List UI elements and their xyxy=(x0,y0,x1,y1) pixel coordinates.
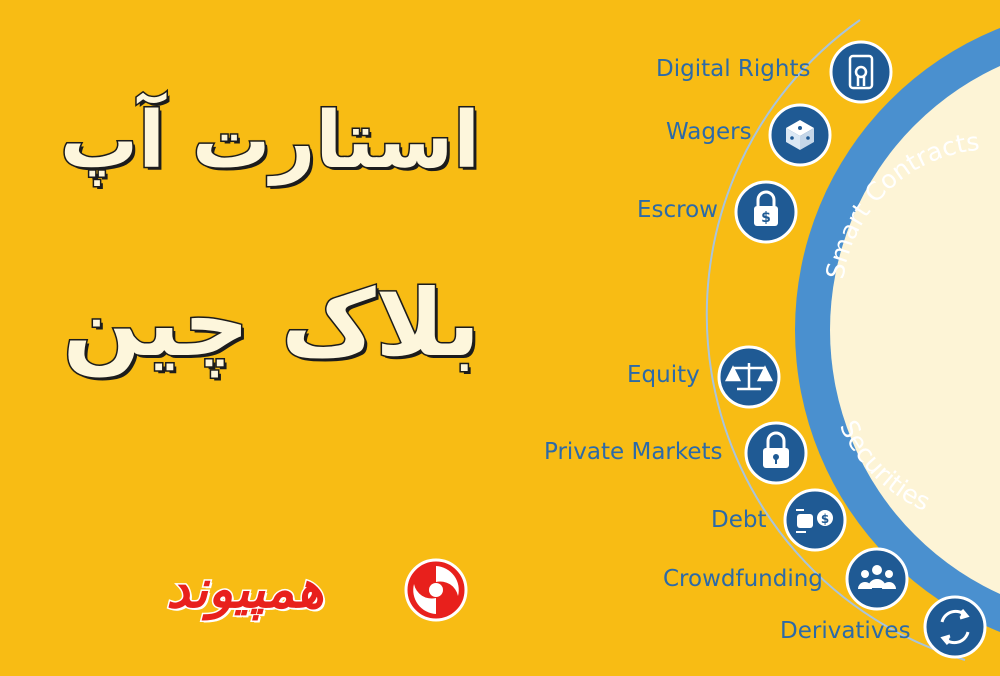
logo-text: همپیوند xyxy=(165,559,326,622)
item-label-private-markets: Private Markets xyxy=(544,439,723,465)
item-digital-rights[interactable] xyxy=(829,40,893,104)
item-private-markets[interactable] xyxy=(744,421,808,485)
svg-text:$: $ xyxy=(821,512,829,526)
item-equity[interactable] xyxy=(717,345,781,409)
item-crowdfunding[interactable] xyxy=(845,547,909,611)
title-line-1: استارت آپ xyxy=(58,95,481,188)
item-label-escrow: Escrow xyxy=(637,197,718,223)
item-label-derivatives: Derivatives xyxy=(780,618,911,644)
inner-circle xyxy=(830,66,1000,594)
title-line-2: بلاک چین xyxy=(61,269,481,379)
item-label-crowdfunding: Crowdfunding xyxy=(663,566,823,592)
item-wagers[interactable] xyxy=(768,103,832,167)
logo-swirl-icon xyxy=(404,558,468,622)
svg-text:$: $ xyxy=(761,210,771,226)
item-escrow[interactable]: $ xyxy=(734,180,798,244)
item-label-equity: Equity xyxy=(627,362,700,388)
item-label-digital-rights: Digital Rights xyxy=(656,56,811,82)
item-derivatives[interactable] xyxy=(923,595,987,659)
item-label-wagers: Wagers xyxy=(666,119,752,145)
item-debt[interactable]: $ xyxy=(783,488,847,552)
brand-logo: همپیوند xyxy=(95,552,475,628)
item-label-debt: Debt xyxy=(711,507,767,533)
